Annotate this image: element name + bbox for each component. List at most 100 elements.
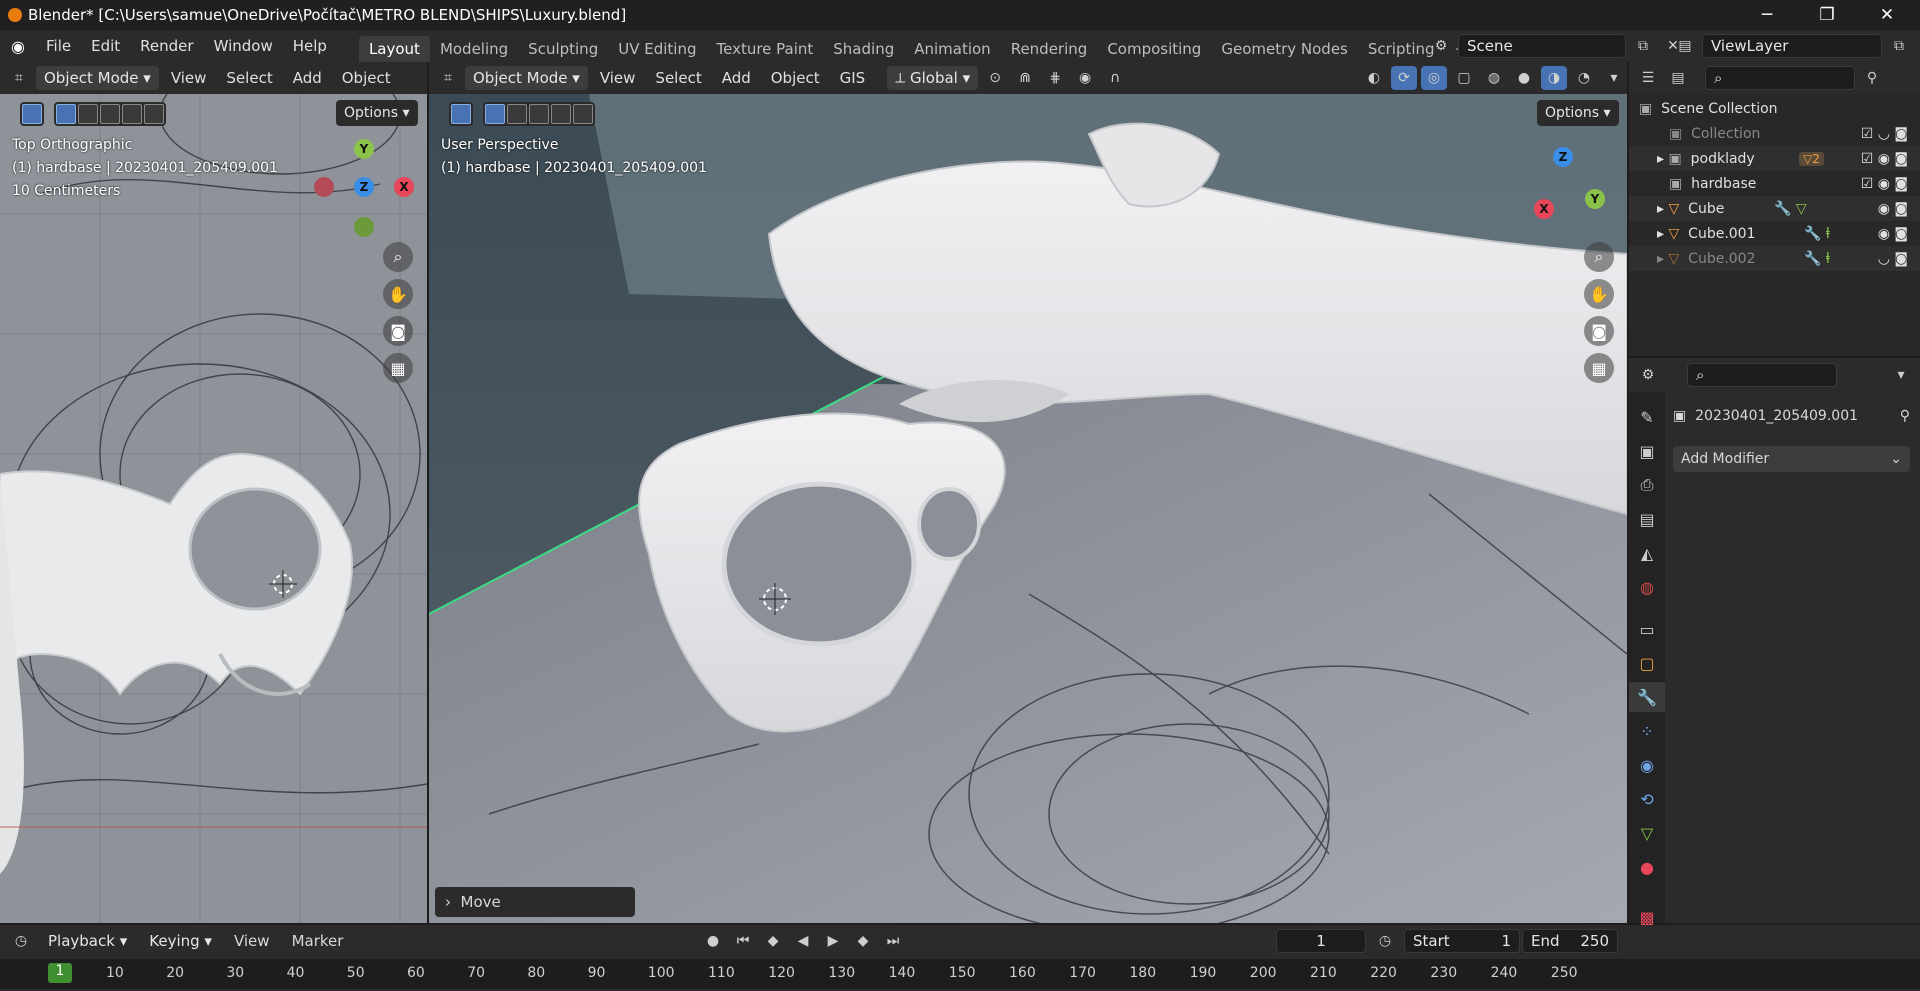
clock-icon[interactable]: ◷: [1372, 929, 1398, 953]
outliner-row-collection[interactable]: ▣ Collection ☑ ◡ ◙: [1629, 121, 1920, 146]
main-viewport[interactable]: ⌗ Object Mode ▾ View Select Add Object G…: [429, 62, 1627, 923]
record-icon[interactable]: ●: [700, 929, 726, 953]
left-select-tool[interactable]: [20, 102, 44, 126]
tab-animation[interactable]: Animation: [904, 36, 1000, 62]
current-frame-field[interactable]: 1: [1276, 929, 1366, 953]
orientation-dropdown[interactable]: ⟂ Global ▾: [887, 66, 979, 90]
modifier-tab-icon[interactable]: 🔧: [1629, 682, 1665, 712]
tab-shading[interactable]: Shading: [823, 36, 904, 62]
scene-field[interactable]: Scene: [1458, 34, 1626, 58]
row-toggles[interactable]: ◉ ◙: [1878, 201, 1908, 217]
menu-render[interactable]: Render: [130, 37, 203, 55]
main-gizmo-y-axis[interactable]: Y: [1585, 189, 1605, 209]
playback-menu[interactable]: Playback ▾: [40, 929, 135, 953]
main-menu-view[interactable]: View: [592, 69, 644, 87]
main-menu-select[interactable]: Select: [647, 69, 709, 87]
outliner-row-cube-001[interactable]: ▸ ▽ Cube.001 🔧 ⱡ ◉ ◙: [1629, 221, 1920, 246]
main-mode-dropdown[interactable]: Object Mode ▾: [465, 66, 588, 90]
main-options-button[interactable]: Options ▾: [1537, 100, 1619, 126]
render-tab-icon[interactable]: ▣: [1629, 436, 1665, 466]
collection-tab-icon[interactable]: ▭: [1629, 614, 1665, 644]
main-select-tool[interactable]: [449, 102, 473, 126]
tab-rendering[interactable]: Rendering: [1001, 36, 1098, 62]
scene-tab-icon[interactable]: ◭: [1629, 538, 1665, 568]
prev-key-icon[interactable]: ◆: [760, 929, 786, 953]
zoom-icon[interactable]: ⌕: [383, 242, 413, 272]
row-toggles[interactable]: ☑ ◉ ◙: [1861, 176, 1908, 192]
expand-arrow-icon[interactable]: ▸: [1657, 151, 1664, 167]
xray-icon[interactable]: ▢: [1451, 66, 1477, 90]
tab-layout[interactable]: Layout: [358, 36, 430, 62]
viewlayer-field[interactable]: ViewLayer: [1702, 34, 1882, 58]
start-frame-field[interactable]: Start 1: [1404, 929, 1520, 953]
row-toggles[interactable]: ◡ ◙: [1878, 251, 1908, 267]
outliner-editor-icon[interactable]: ☰: [1635, 66, 1661, 90]
add-modifier-button[interactable]: Add Modifier ⌄: [1673, 446, 1910, 472]
tab-sculpting[interactable]: Sculpting: [518, 36, 608, 62]
pivot-icon[interactable]: ⊙: [982, 66, 1008, 90]
outliner-search[interactable]: ⌕: [1705, 66, 1855, 90]
properties-search[interactable]: ⌕: [1687, 363, 1837, 387]
display-mode-icon[interactable]: ▤: [1665, 66, 1691, 90]
filter-icon[interactable]: ⚲: [1859, 66, 1885, 90]
blender-menu-icon[interactable]: ◉: [0, 37, 36, 56]
properties-editor-icon[interactable]: ⚙: [1635, 363, 1661, 387]
tab-modeling[interactable]: Modeling: [430, 36, 518, 62]
jump-end-icon[interactable]: ⏭: [880, 929, 906, 953]
left-mode-dropdown[interactable]: Object Mode ▾: [36, 66, 159, 90]
left-menu-view[interactable]: View: [163, 69, 215, 87]
expand-arrow-icon[interactable]: ▸: [1657, 226, 1664, 242]
marker-menu[interactable]: Marker: [284, 932, 352, 950]
timeline-editor-icon[interactable]: ◷: [8, 929, 34, 953]
main-selection-modes[interactable]: [483, 102, 595, 126]
tab-geometry-nodes[interactable]: Geometry Nodes: [1211, 36, 1358, 62]
menu-help[interactable]: Help: [283, 37, 337, 55]
close-button[interactable]: ✕: [1860, 0, 1914, 30]
left-viewport[interactable]: ⌗ Object Mode ▾ View Select Add Object O…: [0, 62, 427, 923]
snap-icon[interactable]: ⋒: [1012, 66, 1038, 90]
left-menu-select[interactable]: Select: [218, 69, 280, 87]
next-key-icon[interactable]: ◆: [850, 929, 876, 953]
rendered-shading-icon[interactable]: ◔: [1571, 66, 1597, 90]
main-gizmo-x-axis[interactable]: X: [1534, 199, 1554, 219]
camera-view-icon[interactable]: ◙: [383, 316, 413, 346]
tab-uv-editing[interactable]: UV Editing: [608, 36, 706, 62]
grid-view-icon[interactable]: ▦: [383, 353, 413, 383]
left-menu-add[interactable]: Add: [285, 69, 330, 87]
main-menu-gis[interactable]: GIS: [832, 69, 874, 87]
main-camera-view-icon[interactable]: ◙: [1584, 316, 1614, 346]
row-toggles[interactable]: ◉ ◙: [1878, 226, 1908, 242]
frame-ruler[interactable]: 1 10 20 30 40 50 60 70 80 90 100 110 120 130 140 150 16…: [0, 959, 1920, 989]
row-toggles[interactable]: ☑ ◡ ◙: [1861, 126, 1908, 142]
menu-file[interactable]: File: [36, 37, 81, 55]
main-menu-add[interactable]: Add: [714, 69, 759, 87]
wireframe-shading-icon[interactable]: ◍: [1481, 66, 1507, 90]
outliner-row-cube-002[interactable]: ▸ ▽ Cube.002 🔧 ⱡ ◡ ◙: [1629, 246, 1920, 271]
expand-arrow-icon[interactable]: ▸: [1657, 251, 1664, 267]
keying-menu[interactable]: Keying ▾: [141, 929, 220, 953]
jump-start-icon[interactable]: ⏮: [730, 929, 756, 953]
main-menu-object[interactable]: Object: [763, 69, 828, 87]
physics-tab-icon[interactable]: ◉: [1629, 750, 1665, 780]
left-menu-object[interactable]: Object: [334, 69, 399, 87]
output-tab-icon[interactable]: ⎙: [1629, 470, 1665, 500]
overlay-toggle-icon[interactable]: ◎: [1421, 66, 1447, 90]
main-pan-hand-icon[interactable]: ✋: [1584, 279, 1614, 309]
gizmo-z-axis[interactable]: Z: [354, 177, 374, 197]
pin-icon[interactable]: ⚲: [1900, 408, 1910, 424]
material-shading-icon[interactable]: ◑: [1541, 66, 1567, 90]
world-tab-icon[interactable]: ◍: [1629, 572, 1665, 602]
particles-tab-icon[interactable]: ⁘: [1629, 716, 1665, 746]
gizmo-y-axis[interactable]: Y: [354, 139, 374, 159]
scene-collection-row[interactable]: ▣ Scene Collection: [1629, 96, 1920, 121]
main-zoom-icon[interactable]: ⌕: [1584, 242, 1614, 272]
outliner-row-hardbase[interactable]: ▣ hardbase ☑ ◉ ◙: [1629, 171, 1920, 196]
view-layer-tab-icon[interactable]: ▤: [1629, 504, 1665, 534]
end-frame-field[interactable]: End 250: [1522, 929, 1618, 953]
outliner-row-podklady[interactable]: ▸ ▣ podklady ▽2 ☑ ◉ ◙: [1629, 146, 1920, 171]
left-options-button[interactable]: Options ▾: [336, 100, 418, 126]
new-viewlayer-icon[interactable]: ⧉: [1886, 34, 1912, 58]
viewlayer-icon[interactable]: ▤: [1672, 34, 1698, 58]
falloff-icon[interactable]: ∩: [1102, 66, 1128, 90]
properties-options-icon[interactable]: ▾: [1888, 363, 1914, 387]
